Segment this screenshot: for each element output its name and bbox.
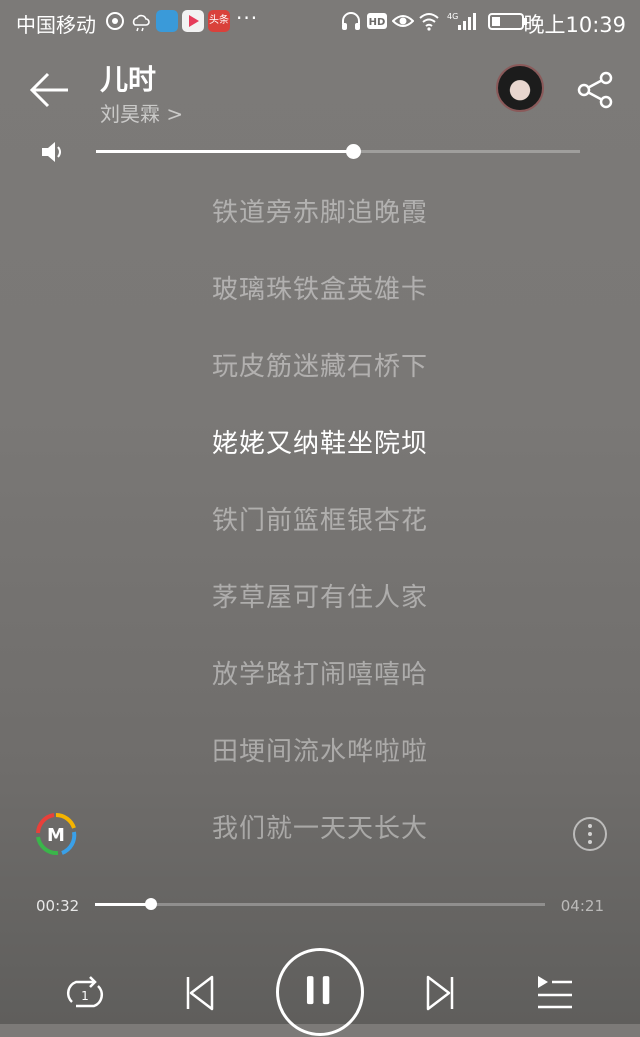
weather-icon bbox=[132, 14, 150, 32]
status-time: 晚上10:39 bbox=[523, 13, 626, 37]
carrier-label: 中国移动 bbox=[16, 13, 96, 37]
battery-icon bbox=[488, 13, 527, 30]
eye-icon bbox=[392, 15, 414, 27]
wifi-icon bbox=[419, 13, 439, 31]
more-dots-icon: ··· bbox=[236, 6, 259, 30]
volume-fill bbox=[96, 150, 353, 153]
nfc-icon bbox=[106, 12, 124, 30]
repeat-count: 1 bbox=[81, 989, 89, 1003]
next-track-icon[interactable] bbox=[424, 974, 456, 1012]
total-time: 04:21 bbox=[560, 897, 604, 915]
toutiao-icon: 头条 bbox=[208, 10, 230, 32]
headphone-icon bbox=[342, 12, 360, 30]
progress-fill bbox=[95, 903, 152, 906]
lyric-line: 放学路打闹嘻嘻哈 bbox=[211, 660, 428, 690]
artist-link[interactable]: 刘昊霖 > bbox=[100, 98, 183, 127]
pause-icon bbox=[306, 976, 330, 1005]
song-title: 儿时 bbox=[100, 63, 157, 96]
music-app-logo-icon[interactable]: M bbox=[34, 812, 78, 856]
repeat-one-icon[interactable]: 1 bbox=[64, 976, 106, 1012]
lyric-line: 铁门前篮框银杏花 bbox=[211, 506, 428, 536]
status-bar: 中国移动 头条 ··· HD 4G 晚上10:39 bbox=[0, 0, 640, 44]
lyric-line: 田埂间流水哗啦啦 bbox=[211, 737, 428, 767]
svg-text:4G: 4G bbox=[447, 12, 458, 21]
lyric-line-current: 姥姥又纳鞋坐院坝 bbox=[211, 429, 428, 459]
previous-track-icon[interactable] bbox=[184, 974, 216, 1012]
svg-text:M: M bbox=[47, 825, 65, 846]
more-options-icon[interactable] bbox=[572, 816, 608, 852]
app-icon-blue bbox=[156, 10, 178, 32]
pause-button[interactable] bbox=[276, 948, 364, 1036]
current-time: 00:32 bbox=[36, 897, 80, 915]
progress-knob[interactable] bbox=[145, 898, 158, 910]
volume-knob[interactable] bbox=[345, 144, 361, 159]
lyric-line: 茅草屋可有住人家 bbox=[211, 583, 428, 613]
lyric-line: 铁道旁赤脚追晚霞 bbox=[211, 198, 428, 228]
lyric-line: 我们就一天天长大 bbox=[211, 814, 428, 844]
playlist-icon[interactable] bbox=[536, 974, 574, 1012]
lyric-line: 玩皮筋迷藏石桥下 bbox=[211, 352, 428, 382]
progress-slider[interactable] bbox=[95, 898, 545, 910]
artist-avatar[interactable] bbox=[496, 64, 544, 112]
back-arrow-icon[interactable] bbox=[28, 70, 72, 110]
lyric-line: 玻璃珠铁盒英雄卡 bbox=[211, 275, 428, 305]
share-icon[interactable] bbox=[576, 70, 616, 110]
svg-text:HD: HD bbox=[369, 17, 386, 28]
youku-icon bbox=[182, 10, 204, 32]
hd-icon: HD bbox=[367, 13, 387, 29]
4g-signal-icon: 4G bbox=[447, 12, 476, 30]
volume-slider[interactable] bbox=[96, 144, 580, 159]
volume-icon bbox=[42, 142, 61, 162]
